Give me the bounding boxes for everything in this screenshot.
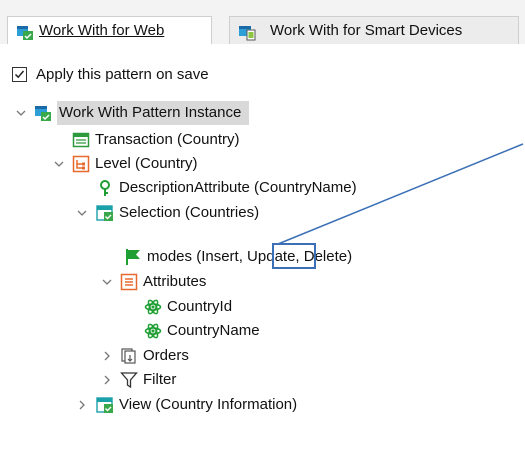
tab-work-with-for-smart-devices[interactable]: Work With for Smart Devices [229,16,519,44]
tab-work-with-for-web[interactable]: Work With for Web [7,16,212,44]
tab-bar: Work With for Web Work With for Smart De… [0,0,525,45]
pattern-panel: Apply this pattern on save Work With Pat… [0,44,525,456]
tab-label: Work With for Smart Devices [270,22,463,39]
callout-line [277,143,524,245]
tab-label: Work With for Web [39,22,165,39]
